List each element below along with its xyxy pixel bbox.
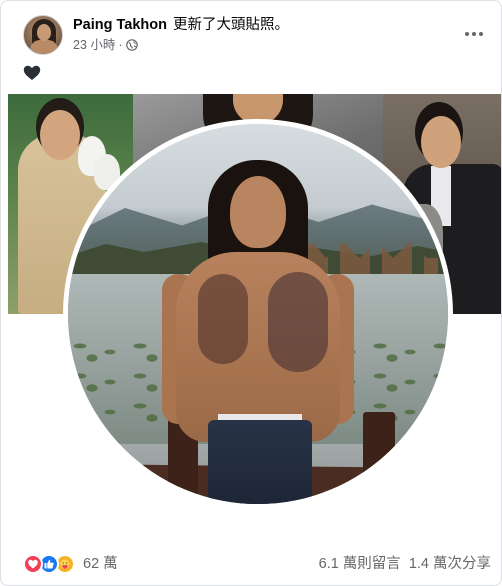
post-header: Paing Takhon 更新了大頭貼照。 23 小時 · bbox=[1, 1, 501, 61]
post-action-text: 更新了大頭貼照。 bbox=[173, 17, 289, 33]
share-count[interactable]: 1.4 萬次分享 bbox=[409, 554, 491, 574]
photo-man-face bbox=[230, 176, 286, 248]
more-options-button[interactable] bbox=[459, 19, 489, 49]
photo-fence-post bbox=[363, 412, 395, 502]
post-footer: 62 萬 6.1 萬則留言 1.4 萬次分享 bbox=[1, 549, 501, 581]
cover-person-left-head bbox=[40, 110, 80, 160]
profile-photo-area[interactable] bbox=[8, 94, 501, 539]
cover-person-right-head bbox=[421, 116, 461, 168]
post-card: Paing Takhon 更新了大頭貼照。 23 小時 · 62 萬 6.1 萬… bbox=[0, 0, 502, 586]
more-options-icon-dot bbox=[465, 32, 469, 36]
photo-tattoo bbox=[198, 274, 248, 364]
avatar-body bbox=[30, 40, 58, 54]
author-avatar[interactable] bbox=[23, 15, 63, 55]
post-meta: 23 小時 · bbox=[73, 37, 138, 53]
author-line: Paing Takhon 更新了大頭貼照。 bbox=[73, 16, 289, 34]
engagement-stats: 6.1 萬則留言 1.4 萬次分享 bbox=[319, 554, 491, 574]
post-timestamp[interactable]: 23 小時 bbox=[73, 37, 115, 53]
author-name[interactable]: Paing Takhon bbox=[73, 17, 167, 33]
post-text bbox=[23, 65, 41, 86]
globe-icon[interactable] bbox=[125, 39, 138, 51]
profile-photo[interactable] bbox=[68, 124, 448, 504]
more-options-icon-dot bbox=[479, 32, 483, 36]
comment-count[interactable]: 6.1 萬則留言 bbox=[319, 554, 401, 574]
more-options-icon-dot bbox=[472, 32, 476, 36]
avatar-face bbox=[37, 24, 51, 41]
photo-jeans bbox=[208, 420, 312, 504]
footer-divider bbox=[13, 541, 491, 542]
meta-separator: · bbox=[118, 38, 123, 52]
reaction-summary[interactable]: 62 萬 bbox=[23, 554, 118, 574]
love-reaction-icon bbox=[23, 554, 43, 574]
reaction-count[interactable]: 62 萬 bbox=[83, 554, 118, 574]
photo-tattoo bbox=[268, 272, 328, 372]
black-heart-icon bbox=[23, 65, 41, 81]
